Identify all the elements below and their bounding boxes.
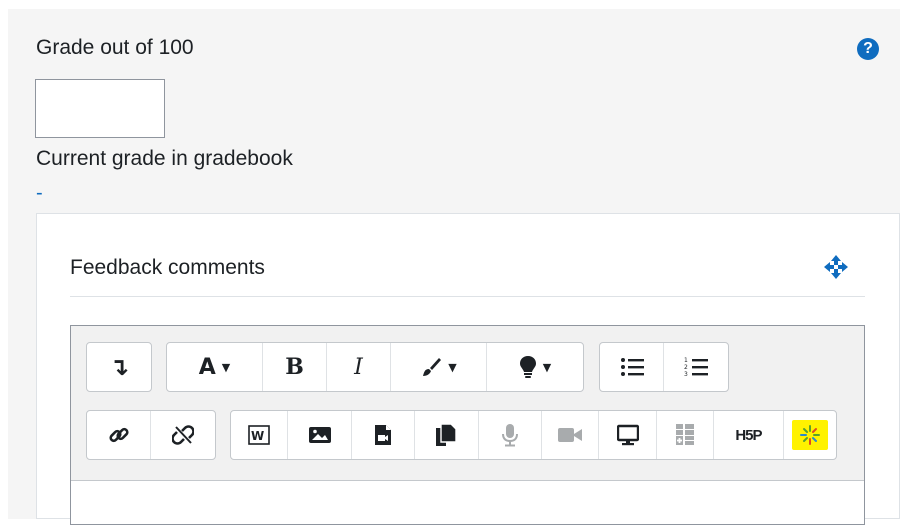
arrow-down-turn-icon: ↴ [108,353,130,381]
media-file-icon [375,425,391,445]
unordered-list-icon [620,358,644,376]
font-style-label: A [198,354,216,380]
arrows-move-icon[interactable] [822,253,850,281]
ordered-list-icon: 1 2 3 [684,357,708,378]
video-camera-icon [558,428,583,442]
screen-icon [616,424,639,446]
record-audio-button[interactable] [479,411,542,459]
svg-text:2: 2 [684,364,688,371]
paintbrush-icon [423,358,442,376]
svg-text:3: 3 [684,371,688,378]
manage-files-button[interactable] [415,411,479,459]
h5p-label: H5P [735,426,762,444]
bold-label: B [285,354,304,380]
paste-from-word-button[interactable]: W [231,411,289,459]
current-grade-label: Current grade in gradebook [36,147,293,170]
svg-text:W: W [251,429,264,443]
image-icon [308,427,331,443]
toolbar-group-style: A ▼ B I ▼ ▼ [166,342,584,392]
image-button[interactable] [288,411,352,459]
link-icon [108,427,129,443]
media-button[interactable] [352,411,416,459]
record-video-button[interactable] [542,411,600,459]
unlink-button[interactable] [151,411,215,459]
chevron-down-icon: ▼ [221,360,231,374]
unordered-list-button[interactable] [600,343,664,391]
unlink-icon [172,425,194,445]
tip-button[interactable]: ▼ [487,343,583,391]
feedback-title: Feedback comments [70,256,265,279]
collapse-button[interactable]: ↴ [87,343,151,391]
table-button[interactable] [657,411,715,459]
toolbar-group-links [86,410,216,460]
grade-input[interactable] [35,79,165,138]
grade-label: Grade out of 100 [36,36,194,59]
feedback-divider [70,296,865,297]
paste-from-word-icon: W [248,425,271,445]
link-button[interactable] [87,411,151,459]
ordered-list-button[interactable]: 1 2 3 [664,343,728,391]
current-grade-value: - [36,182,43,204]
screen-button[interactable] [599,411,657,459]
highlight-box [791,420,828,450]
lightbulb-icon [519,356,536,378]
font-style-button[interactable]: A ▼ [167,343,263,391]
question-circle-icon[interactable]: ? [857,38,879,60]
paint-button[interactable]: ▼ [391,343,487,391]
toolbar-group-lists: 1 2 3 [599,342,729,392]
sparkle-icon [799,425,820,445]
h5p-button[interactable]: H5P [714,411,784,459]
chevron-down-icon: ▼ [542,360,552,374]
toolbar-group-collapse: ↴ [86,342,152,392]
svg-text:1: 1 [684,357,688,364]
toolbar-group-insert: W H5P [230,410,837,460]
wiris-button[interactable] [784,411,836,459]
chevron-down-icon: ▼ [448,360,457,374]
microphone-icon [501,424,518,447]
italic-label: I [354,354,363,380]
bold-button[interactable]: B [263,343,327,391]
manage-files-icon [436,423,458,446]
italic-button[interactable]: I [327,343,391,391]
table-icon [676,424,695,445]
